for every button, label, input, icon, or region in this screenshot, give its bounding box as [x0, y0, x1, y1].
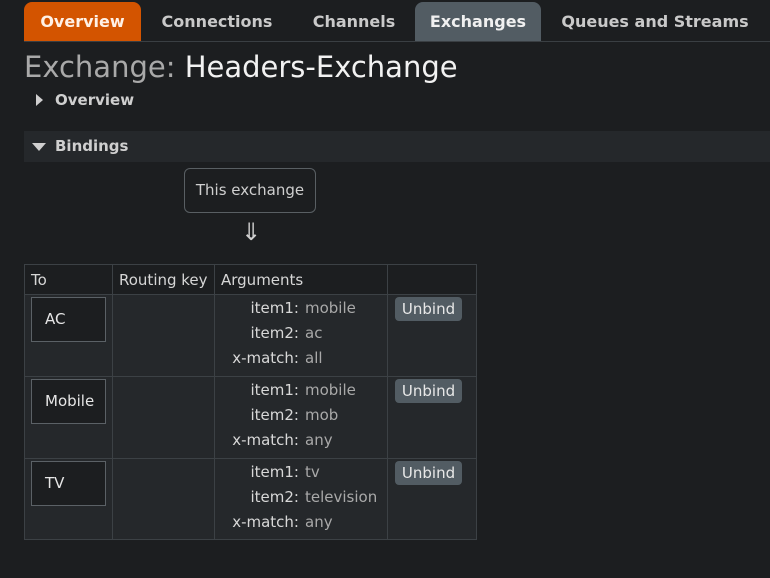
bindings-table: To Routing key Arguments AC item1: mobile… — [24, 264, 477, 540]
argument-key: x-match: — [232, 513, 299, 531]
argument-value: any — [305, 513, 333, 531]
destination-queue-link[interactable]: AC — [31, 297, 106, 342]
column-to: To — [24, 264, 113, 295]
argument-key: item1: — [250, 381, 300, 399]
page-title-label: Exchange: — [24, 50, 176, 84]
section-overview-label: Overview — [55, 91, 135, 109]
routing-key-cell — [112, 458, 215, 540]
argument-value: mobile — [305, 299, 356, 317]
argument-key: item2: — [250, 324, 300, 342]
this-exchange-box: This exchange — [184, 168, 316, 213]
tab-channels[interactable]: Channels — [293, 2, 415, 41]
arguments-list: item1: mobile item2: ac x-match: all — [215, 296, 387, 371]
argument-value: television — [305, 488, 378, 506]
argument-key: item2: — [250, 488, 300, 506]
collapse-down-icon — [32, 131, 46, 162]
unbind-button[interactable]: Unbind — [395, 461, 462, 485]
destination-queue-link[interactable]: Mobile — [31, 379, 106, 424]
main-nav-tabs: Overview Connections Channels Exchanges … — [24, 2, 769, 41]
argument-key: item2: — [250, 406, 300, 424]
page-title: Exchange: Headers-Exchange — [24, 50, 458, 84]
tab-connections[interactable]: Connections — [141, 2, 293, 41]
tab-overview[interactable]: Overview — [24, 2, 141, 41]
exchange-name: Headers-Exchange — [184, 50, 458, 84]
argument-value: mob — [305, 406, 339, 424]
column-arguments: Arguments — [214, 264, 388, 295]
section-bindings-toggle[interactable]: Bindings — [24, 131, 770, 162]
expand-right-icon — [36, 85, 43, 117]
argument-key: x-match: — [232, 431, 299, 449]
argument-value: ac — [305, 324, 323, 342]
column-actions — [387, 264, 477, 295]
argument-key: x-match: — [232, 349, 299, 367]
section-overview-toggle[interactable]: Overview — [24, 85, 770, 116]
argument-key: item1: — [250, 299, 300, 317]
section-bindings-label: Bindings — [55, 137, 129, 155]
destination-queue-link[interactable]: TV — [31, 461, 106, 506]
arguments-list: item1: tv item2: television x-match: any — [215, 460, 387, 535]
argument-value: mobile — [305, 381, 356, 399]
tab-divider — [24, 41, 770, 42]
routing-key-cell — [112, 376, 215, 459]
table-row: TV item1: tv item2: television x-match: any… — [24, 458, 477, 540]
down-arrow-icon: ⇓ — [240, 218, 262, 246]
routing-key-cell — [112, 294, 215, 377]
argument-value: any — [305, 431, 333, 449]
column-routing-key: Routing key — [112, 264, 215, 295]
argument-value: tv — [305, 463, 320, 481]
argument-key: item1: — [250, 463, 300, 481]
argument-value: all — [305, 349, 323, 367]
unbind-button[interactable]: Unbind — [395, 297, 462, 321]
tab-queues-and-streams[interactable]: Queues and Streams — [541, 2, 769, 41]
table-row: AC item1: mobile item2: ac x-match: all Unb… — [24, 294, 477, 377]
unbind-button[interactable]: Unbind — [395, 379, 462, 403]
arguments-list: item1: mobile item2: mob x-match: any — [215, 378, 387, 453]
table-row: Mobile item1: mobile item2: mob x-match: an… — [24, 376, 477, 459]
tab-exchanges[interactable]: Exchanges — [415, 2, 541, 41]
